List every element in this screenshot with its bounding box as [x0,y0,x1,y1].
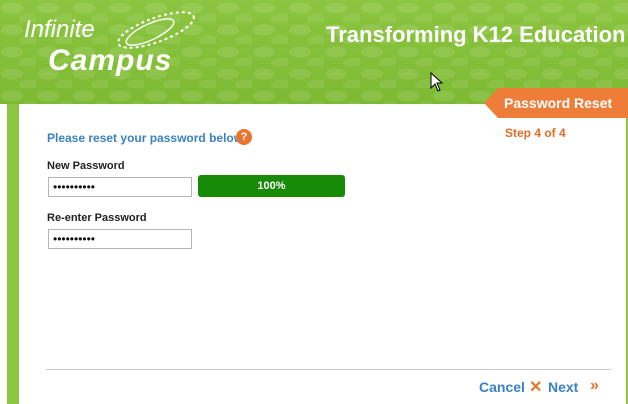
cancel-button[interactable]: Cancel [479,379,525,395]
new-password-label: New Password [47,160,125,172]
new-password-field[interactable]: •••••••••• [48,177,192,197]
form-instruction: Please reset your password below [47,131,244,145]
left-accent-bar [7,104,19,404]
header-tagline: Transforming K12 Education [326,22,626,47]
step-ribbon-title: Password Reset [504,95,613,111]
password-strength-meter: 100% [198,175,345,197]
infinite-campus-logo[interactable]: Infinite Campus [18,10,198,80]
next-chevron-icon[interactable]: » [590,377,599,395]
footer-divider [46,369,611,370]
cancel-x-icon[interactable]: ✕ [529,377,542,397]
mouse-pointer-icon [430,72,444,92]
next-button[interactable]: Next [548,379,578,395]
logo-text-line1: Infinite [24,16,95,43]
help-icon[interactable]: ? [236,129,252,145]
logo-text-line2: Campus [48,44,173,77]
reenter-password-label: Re-enter Password [47,212,147,224]
reenter-password-field[interactable]: •••••••••• [48,229,192,249]
content-panel [19,104,628,404]
step-ribbon: Password Reset [484,88,628,118]
step-indicator: Step 4 of 4 [505,126,566,140]
